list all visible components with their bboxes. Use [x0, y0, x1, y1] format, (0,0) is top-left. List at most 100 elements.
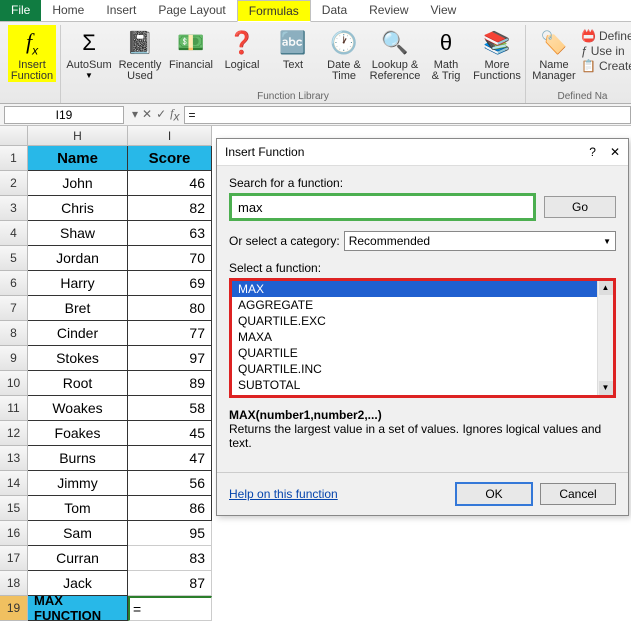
cell-score[interactable]: 97	[128, 346, 212, 371]
tab-page-layout[interactable]: Page Layout	[147, 0, 236, 21]
select-all-corner[interactable]	[0, 126, 28, 146]
cell-score[interactable]: 83	[128, 546, 212, 571]
cancel-formula-icon[interactable]: ✕	[142, 107, 152, 121]
row-header[interactable]: 7	[0, 296, 28, 321]
dialog-close-icon[interactable]: ✕	[610, 145, 620, 159]
tab-file[interactable]: File	[0, 0, 41, 21]
row-header[interactable]: 10	[0, 371, 28, 396]
row-header[interactable]: 4	[0, 221, 28, 246]
use-in-formula-button[interactable]: ƒ Use in	[581, 44, 631, 58]
active-cell[interactable]: =	[128, 596, 212, 621]
namebox-dropdown-icon[interactable]: ▾	[132, 107, 138, 121]
cell-name[interactable]: Cinder	[28, 321, 128, 346]
help-on-function-link[interactable]: Help on this function	[229, 487, 338, 501]
more-functions-button[interactable]: 📚More Functions	[473, 25, 521, 82]
row-header[interactable]: 16	[0, 521, 28, 546]
function-item[interactable]: QUARTILE	[232, 345, 613, 361]
cell-score[interactable]: 89	[128, 371, 212, 396]
insert-function-button[interactable]: fx Insert Function	[8, 25, 56, 82]
scroll-down-icon[interactable]: ▼	[599, 381, 613, 395]
create-from-selection-button[interactable]: 📋 Create	[581, 59, 631, 73]
header-score[interactable]: Score	[128, 146, 212, 171]
cancel-button[interactable]: Cancel	[540, 483, 616, 505]
cell-name[interactable]: Sam	[28, 521, 128, 546]
col-header-i[interactable]: I	[128, 126, 212, 146]
financial-button[interactable]: 💵Financial	[167, 25, 215, 71]
define-name-button[interactable]: 📛 Define	[581, 29, 631, 43]
cell-name[interactable]: Stokes	[28, 346, 128, 371]
cell-score[interactable]: 45	[128, 421, 212, 446]
function-item[interactable]: SUBTOTAL	[232, 377, 613, 393]
row-header[interactable]: 6	[0, 271, 28, 296]
tab-review[interactable]: Review	[358, 0, 419, 21]
cell-name[interactable]: Shaw	[28, 221, 128, 246]
max-function-label[interactable]: MAX FUNCTION	[28, 596, 128, 621]
tab-data[interactable]: Data	[311, 0, 358, 21]
datetime-button[interactable]: 🕐Date & Time	[320, 25, 368, 82]
row-header[interactable]: 13	[0, 446, 28, 471]
name-box[interactable]: I19	[4, 106, 124, 124]
tab-home[interactable]: Home	[41, 0, 95, 21]
category-select[interactable]: Recommended▼	[344, 231, 616, 251]
dialog-help-icon[interactable]: ?	[589, 145, 596, 159]
autosum-button[interactable]: ΣAutoSum▼	[65, 25, 113, 80]
cell-name[interactable]: Chris	[28, 196, 128, 221]
row-header[interactable]: 12	[0, 421, 28, 446]
row-header[interactable]: 11	[0, 396, 28, 421]
ok-button[interactable]: OK	[456, 483, 532, 505]
cell-name[interactable]: Harry	[28, 271, 128, 296]
function-list[interactable]: MAXAGGREGATEQUARTILE.EXCMAXAQUARTILEQUAR…	[229, 278, 616, 398]
cell-score[interactable]: 77	[128, 321, 212, 346]
cell-name[interactable]: Jimmy	[28, 471, 128, 496]
confirm-formula-icon[interactable]: ✓	[156, 107, 166, 121]
function-item[interactable]: AGGREGATE	[232, 297, 613, 313]
row-header[interactable]: 14	[0, 471, 28, 496]
tab-view[interactable]: View	[420, 0, 468, 21]
cell-score[interactable]: 95	[128, 521, 212, 546]
fx-bar-icon[interactable]: fx	[170, 106, 179, 123]
cell-name[interactable]: Root	[28, 371, 128, 396]
function-item[interactable]: MAXA	[232, 329, 613, 345]
cell-score[interactable]: 82	[128, 196, 212, 221]
logical-button[interactable]: ❓Logical	[218, 25, 266, 71]
cell-score[interactable]: 58	[128, 396, 212, 421]
formula-input[interactable]: =	[184, 106, 631, 124]
text-button[interactable]: 🔤Text	[269, 25, 317, 71]
row-header[interactable]: 5	[0, 246, 28, 271]
row-header[interactable]: 9	[0, 346, 28, 371]
cell-score[interactable]: 47	[128, 446, 212, 471]
function-item[interactable]: QUARTILE.INC	[232, 361, 613, 377]
lookup-button[interactable]: 🔍Lookup & Reference	[371, 25, 419, 82]
row-header[interactable]: 15	[0, 496, 28, 521]
cell-score[interactable]: 80	[128, 296, 212, 321]
cell-score[interactable]: 86	[128, 496, 212, 521]
tab-insert[interactable]: Insert	[95, 0, 147, 21]
cell-name[interactable]: Foakes	[28, 421, 128, 446]
cell-name[interactable]: Jordan	[28, 246, 128, 271]
cell-name[interactable]: Tom	[28, 496, 128, 521]
cell-score[interactable]: 56	[128, 471, 212, 496]
tab-formulas[interactable]: Formulas	[237, 0, 311, 22]
row-header[interactable]: 3	[0, 196, 28, 221]
cell-score[interactable]: 69	[128, 271, 212, 296]
cell-name[interactable]: Curran	[28, 546, 128, 571]
math-button[interactable]: θMath & Trig	[422, 25, 470, 82]
row-header[interactable]: 1	[0, 146, 28, 171]
recently-used-button[interactable]: 📓Recently Used	[116, 25, 164, 82]
cell-score[interactable]: 46	[128, 171, 212, 196]
row-header[interactable]: 2	[0, 171, 28, 196]
cell-name[interactable]: Bret	[28, 296, 128, 321]
col-header-h[interactable]: H	[28, 126, 128, 146]
row-header[interactable]: 17	[0, 546, 28, 571]
function-item[interactable]: QUARTILE.EXC	[232, 313, 613, 329]
row-header[interactable]: 18	[0, 571, 28, 596]
cell-name[interactable]: Woakes	[28, 396, 128, 421]
search-function-input[interactable]	[229, 193, 536, 221]
name-manager-button[interactable]: 🏷️Name Manager	[530, 25, 578, 82]
row-header[interactable]: 19	[0, 596, 28, 621]
scroll-up-icon[interactable]: ▲	[599, 281, 613, 295]
function-list-scrollbar[interactable]: ▲ ▼	[597, 281, 613, 395]
cell-score[interactable]: 63	[128, 221, 212, 246]
go-button[interactable]: Go	[544, 196, 616, 218]
header-name[interactable]: Name	[28, 146, 128, 171]
